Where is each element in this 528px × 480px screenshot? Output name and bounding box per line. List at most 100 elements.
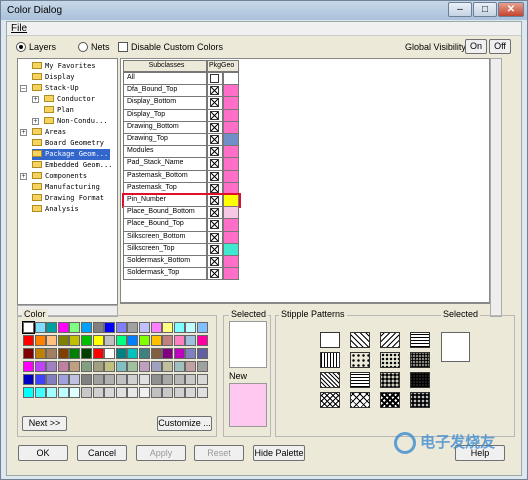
stipple-pattern[interactable] [410,332,430,348]
customize-button[interactable]: Customize ... [157,416,212,431]
visibility-checkbox[interactable] [210,269,219,279]
palette-color-swatch[interactable] [185,335,197,346]
visibility-cell[interactable] [207,218,223,232]
color-swatch-cell[interactable] [223,145,239,159]
subclass-row-label[interactable]: Display_Top [123,108,207,122]
stipple-pattern[interactable] [350,392,370,408]
palette-color-swatch[interactable] [115,322,127,333]
palette-color-swatch[interactable] [173,322,185,333]
palette-color-swatch[interactable] [69,361,81,372]
palette-color-swatch[interactable] [185,348,197,359]
color-swatch-cell[interactable] [223,242,239,256]
visibility-cell[interactable] [207,157,223,171]
tree-item[interactable]: Drawing Format [32,193,104,204]
palette-color-swatch[interactable] [197,322,208,333]
tree-expander[interactable]: + [20,129,27,136]
visibility-cell[interactable] [207,120,223,134]
palette-color-swatch[interactable] [23,374,34,385]
stipple-pattern[interactable] [350,352,370,368]
palette-color-swatch[interactable] [34,361,46,372]
palette-color-swatch[interactable] [115,374,127,385]
tree-item[interactable]: Analysis [32,204,79,215]
palette-color-swatch[interactable] [162,361,174,372]
palette-color-swatch[interactable] [173,335,185,346]
subclass-row-label[interactable]: Pad_Stack_Name [123,157,207,171]
subclass-row-label[interactable]: Modules [123,145,207,159]
tree-item[interactable]: Plan [44,105,74,116]
visibility-checkbox[interactable] [210,244,219,254]
palette-color-swatch[interactable] [46,335,58,346]
palette-color-swatch[interactable] [46,387,58,398]
global-visibility-on-button[interactable]: On [465,39,487,54]
palette-color-swatch[interactable] [197,374,208,385]
palette-color-swatch[interactable] [104,348,116,359]
palette-color-swatch[interactable] [104,387,116,398]
global-visibility-off-button[interactable]: Off [489,39,511,54]
subclass-row-label[interactable]: Place_Bound_Bottom [123,206,207,220]
palette-color-swatch[interactable] [46,322,58,333]
grid-vertical-scrollbar[interactable] [490,58,502,317]
nets-radio[interactable] [78,42,88,52]
color-swatch-cell[interactable] [223,218,239,232]
tree-item[interactable]: Package Geom... [32,149,111,160]
palette-color-swatch[interactable] [46,374,58,385]
palette-color-swatch[interactable] [115,348,127,359]
visibility-checkbox[interactable] [210,122,219,132]
palette-color-swatch[interactable] [92,348,104,359]
visibility-cell[interactable] [207,267,223,281]
palette-color-swatch[interactable] [127,387,139,398]
stipple-pattern[interactable] [410,372,430,388]
palette-color-swatch[interactable] [69,387,81,398]
palette-color-swatch[interactable] [197,348,208,359]
stipple-pattern[interactable] [380,392,400,408]
palette-color-swatch[interactable] [69,322,81,333]
palette-color-swatch[interactable] [92,374,104,385]
visibility-checkbox[interactable] [210,232,219,242]
minimize-button[interactable]: – [448,2,472,17]
palette-color-swatch[interactable] [81,348,92,359]
palette-color-swatch[interactable] [127,374,139,385]
tree-item[interactable]: Stack-Up [32,83,79,94]
subclass-row-label[interactable]: Drawing_Bottom [123,120,207,134]
palette-color-swatch[interactable] [46,348,58,359]
palette-color-swatch[interactable] [69,335,81,346]
palette-color-swatch[interactable] [139,335,150,346]
visibility-checkbox[interactable] [210,171,219,181]
tree-item[interactable]: Embedded Geom... [32,160,112,171]
stipple-pattern[interactable] [380,352,400,368]
visibility-cell[interactable] [207,242,223,256]
palette-color-swatch[interactable] [69,348,81,359]
palette-color-swatch[interactable] [57,374,69,385]
palette-color-swatch[interactable] [162,374,174,385]
palette-color-swatch[interactable] [69,374,81,385]
palette-color-swatch[interactable] [104,374,116,385]
palette-color-swatch[interactable] [173,387,185,398]
stipple-pattern[interactable] [320,332,340,348]
color-swatch-cell[interactable] [223,120,239,134]
palette-color-swatch[interactable] [197,387,208,398]
visibility-checkbox[interactable] [210,74,219,83]
palette-color-swatch[interactable] [23,348,34,359]
stipple-pattern[interactable] [410,392,430,408]
palette-color-swatch[interactable] [127,361,139,372]
palette-color-swatch[interactable] [127,348,139,359]
palette-color-swatch[interactable] [92,361,104,372]
palette-color-swatch[interactable] [34,348,46,359]
palette-color-swatch[interactable] [173,348,185,359]
palette-color-swatch[interactable] [150,322,162,333]
tree-expander[interactable]: + [20,173,27,180]
palette-color-swatch[interactable] [81,322,92,333]
next-button[interactable]: Next >> [22,416,67,431]
stipple-pattern[interactable] [350,332,370,348]
palette-color-swatch[interactable] [150,387,162,398]
palette-color-swatch[interactable] [22,321,35,334]
palette-color-swatch[interactable] [104,322,116,333]
stipple-pattern[interactable] [380,332,400,348]
reset-button[interactable]: Reset [194,445,244,461]
palette-color-swatch[interactable] [115,335,127,346]
palette-color-swatch[interactable] [23,361,34,372]
palette-color-swatch[interactable] [23,387,34,398]
palette-color-swatch[interactable] [150,348,162,359]
color-swatch-cell[interactable] [223,108,239,122]
palette-color-swatch[interactable] [81,361,92,372]
